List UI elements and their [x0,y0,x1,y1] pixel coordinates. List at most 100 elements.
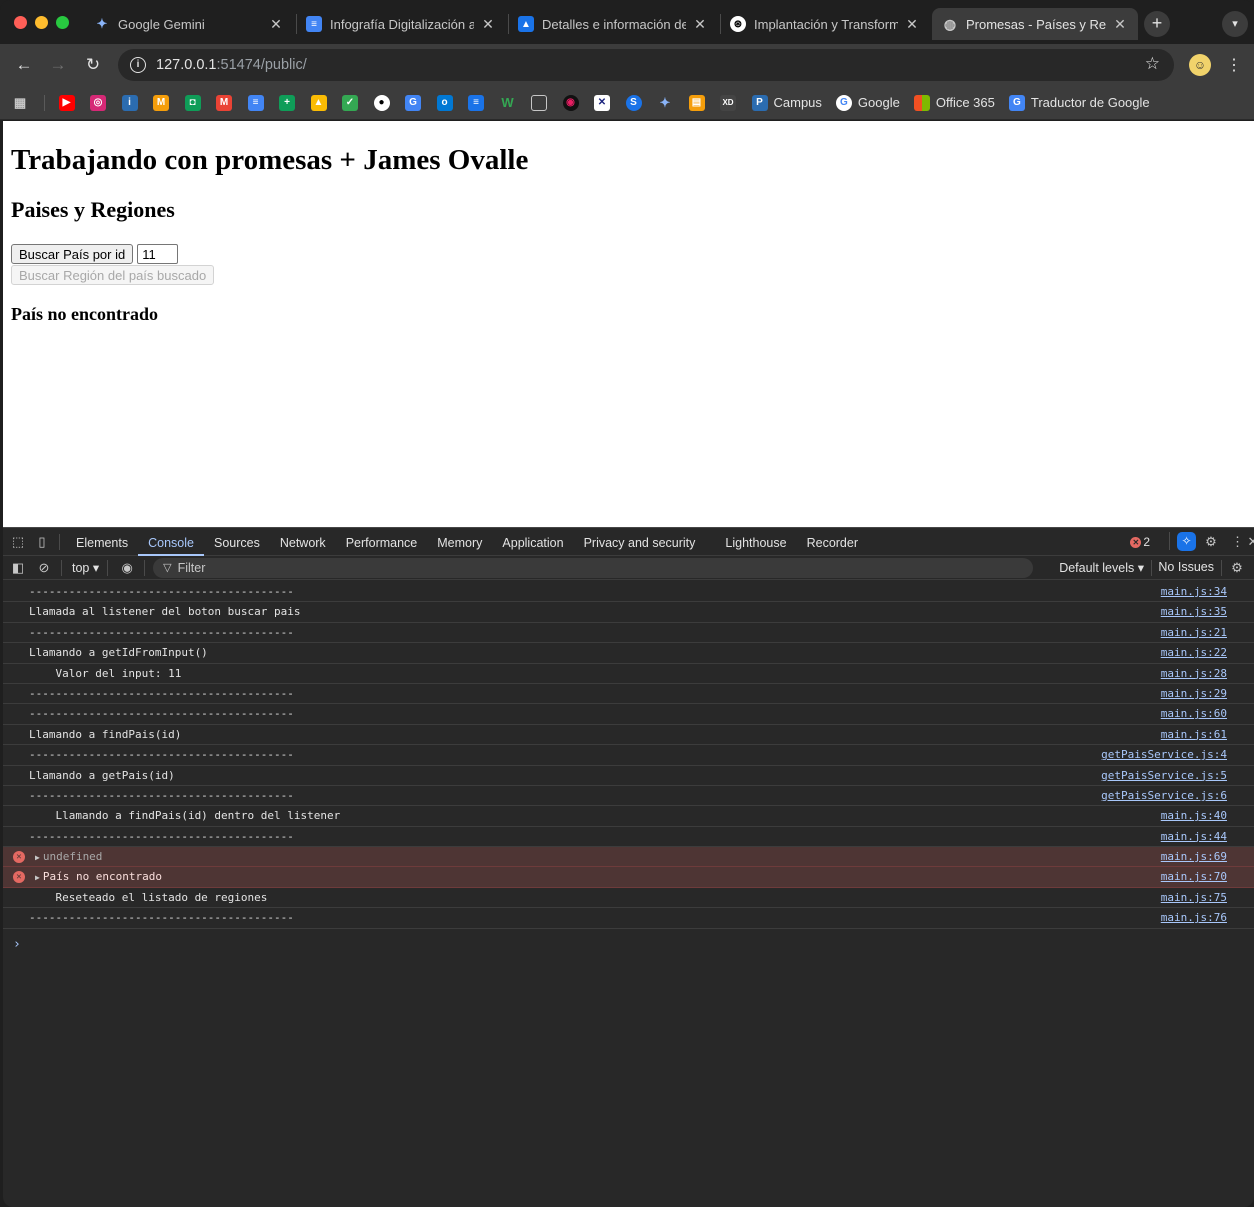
devtools-tab-console[interactable]: Console [138,528,204,556]
source-link[interactable]: main.js:22 [1161,643,1227,663]
gemini-bookmark-icon[interactable]: ✦ [657,95,673,111]
tab-close-icon[interactable]: ✕ [480,16,496,33]
expand-triangle-icon[interactable]: ▶ [35,873,40,882]
tab-implantacion[interactable]: ⊛ Implantación y Transform ✕ [720,8,930,40]
ai-assistance-icon[interactable]: ✧ [1177,532,1196,551]
issues-button[interactable]: No Issues [1158,560,1214,574]
chat-icon[interactable]: ◘ [184,94,201,111]
bookmark-google[interactable]: G Google [835,94,900,111]
bookmark-campus[interactable]: P Campus [751,94,822,111]
devtools-tab-application[interactable]: Application [492,528,573,556]
expand-triangle-icon[interactable]: ▶ [35,853,40,862]
source-link[interactable]: main.js:61 [1161,725,1227,745]
outlook-icon[interactable]: o [436,94,453,111]
drive-icon[interactable]: ▲ [310,94,327,111]
inspect-element-icon[interactable]: ⬚ [9,533,27,551]
source-link[interactable]: main.js:28 [1161,664,1227,684]
tab-close-icon[interactable]: ✕ [692,16,708,33]
bookmark-office-365[interactable]: Office 365 [913,94,995,111]
devtools-tab-memory[interactable]: Memory [427,528,492,556]
sheets-icon[interactable]: + [279,94,295,111]
wordwall-icon[interactable]: W [500,95,516,111]
tab-infografia[interactable]: ≡ Infografía Digitalización au ✕ [296,8,506,40]
context-selector[interactable]: top ▾ [72,560,99,575]
gmail-icon[interactable]: M [216,94,232,111]
address-bar[interactable]: i 127.0.0.1:51474/public/ ☆ [118,49,1174,81]
source-link[interactable]: main.js:35 [1161,602,1227,622]
source-link[interactable]: getPaisService.js:4 [1101,745,1227,765]
tab-detalles[interactable]: ▲ Detalles e información de ✕ [508,8,718,40]
devtools-tab-sources[interactable]: Sources [204,528,270,556]
devtools-tab-privacy[interactable]: Privacy and security [574,528,706,556]
tab-close-icon[interactable]: ✕ [1112,16,1128,33]
source-link[interactable]: getPaisService.js:6 [1101,786,1227,806]
devtools-tab-performance[interactable]: Performance [336,528,428,556]
settings-gear-icon[interactable]: ⚙ [1202,533,1220,551]
tab-google-gemini[interactable]: ✦ Google Gemini ✕ [84,8,294,40]
tab-close-icon[interactable]: ✕ [904,16,920,33]
search-region-button[interactable]: Buscar Región del país buscado [11,265,215,285]
close-window-button[interactable] [14,16,27,29]
console-settings-gear-icon[interactable]: ⚙ [1228,559,1246,577]
docs-icon[interactable]: ≡ [247,94,264,111]
site-info-icon[interactable]: i [130,57,146,73]
devtools-tab-recorder[interactable]: Recorder [797,528,868,556]
forward-icon[interactable]: → [46,53,70,77]
bookmark-star-icon[interactable]: ☆ [1145,54,1160,74]
country-id-input[interactable] [137,244,179,264]
error-count: 2 [1143,535,1150,549]
forms-icon[interactable]: ≡ [468,94,484,111]
console-prompt[interactable]: › [3,937,1254,952]
x-app-icon[interactable]: ✕ [594,94,610,111]
menu-kebab-icon[interactable]: ⋮ [1222,53,1246,77]
ifp-icon[interactable]: i [121,94,138,111]
close-devtools-icon[interactable]: ✕ [1244,533,1254,551]
m-app-icon[interactable]: M [153,94,169,111]
s-app-icon[interactable]: S [625,94,642,111]
source-link[interactable]: main.js:60 [1161,704,1227,724]
devtools-tab-lighthouse[interactable]: Lighthouse [715,528,796,556]
folder-icon[interactable] [531,94,547,111]
github-icon[interactable]: ● [373,94,390,111]
instagram-icon[interactable]: ◎ [90,94,106,111]
reload-icon[interactable]: ↻ [81,53,105,77]
devtools-tab-elements[interactable]: Elements [66,528,138,556]
bookmark-traductor[interactable]: G Traductor de Google [1008,94,1150,111]
spotify-like-icon[interactable]: ◉ [562,94,579,111]
sidebar-toggle-icon[interactable]: ◧ [9,559,27,577]
source-link[interactable]: main.js:75 [1161,888,1227,908]
clear-console-icon[interactable]: ⊘ [35,559,53,577]
log-levels-dropdown[interactable]: Default levels ▾ [1059,560,1144,575]
source-link[interactable]: main.js:34 [1161,582,1227,602]
new-tab-icon[interactable]: + [1144,11,1170,37]
source-link[interactable]: main.js:44 [1161,827,1227,847]
board-icon[interactable]: ▤ [688,94,705,111]
device-toolbar-icon[interactable]: ▯ [33,533,51,551]
source-link[interactable]: main.js:21 [1161,623,1227,643]
youtube-icon[interactable]: ▶ [58,94,75,111]
checkmark-app-icon[interactable]: ✓ [342,94,358,111]
translate-app-icon[interactable]: G [405,94,421,111]
devtools-tab-network[interactable]: Network [270,528,336,556]
maximize-window-button[interactable] [56,16,69,29]
tab-promesas[interactable]: ◍ Promesas - Países y Regi ✕ [932,8,1138,40]
source-link[interactable]: main.js:70 [1161,867,1227,887]
minimize-window-button[interactable] [35,16,48,29]
source-link[interactable]: main.js:40 [1161,806,1227,826]
tab-search-chevron-icon[interactable]: ▾ [1222,11,1248,37]
error-counter[interactable]: ✕ 2 [1130,535,1150,549]
profile-avatar[interactable]: ☺ [1189,54,1211,76]
console-filter-input[interactable]: ▽ Filter [153,557,1034,578]
search-country-button[interactable]: Buscar País por id [11,244,134,264]
source-link[interactable]: main.js:29 [1161,684,1227,704]
source-link[interactable]: getPaisService.js:5 [1101,766,1227,786]
more-kebab-icon[interactable]: ⋮ [1231,533,1244,551]
result-message: País no encontrado [11,304,159,324]
source-link[interactable]: main.js:69 [1161,847,1227,867]
tab-close-icon[interactable]: ✕ [268,16,284,33]
xd-icon[interactable]: XD [720,94,736,111]
source-link[interactable]: main.js:76 [1161,908,1227,928]
live-expression-eye-icon[interactable]: ◉ [118,559,136,577]
back-icon[interactable]: ← [12,53,36,77]
apps-grid-icon[interactable]: ▦ [12,95,28,111]
